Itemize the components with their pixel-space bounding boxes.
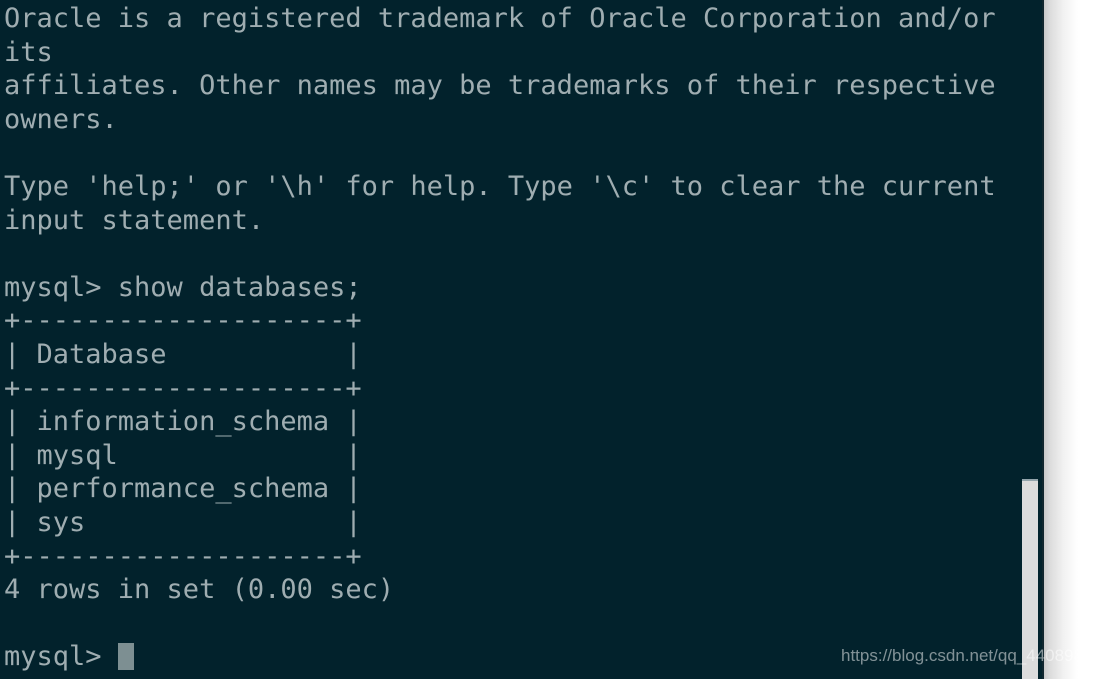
vertical-scrollbar-track[interactable] [1022,0,1040,679]
terminal-output[interactable]: Oracle is a registered trademark of Orac… [4,2,996,674]
output-blank-line [4,136,996,170]
output-line: owners. [4,103,118,135]
output-line: Oracle is a registered trademark of Orac… [4,3,996,34]
output-line: input statement. [4,204,265,236]
table-row: | performance_schema | [4,473,362,505]
table-row: | sys | [4,506,362,538]
output-line: affiliates. Other names may be trademark… [4,70,996,102]
terminal-window[interactable]: Oracle is a registered trademark of Orac… [0,0,1044,679]
table-header-row: | Database | [4,338,362,370]
output-line: its [4,36,53,68]
output-blank-line [4,607,996,641]
output-line: Type 'help;' or '\h' for help. Type '\c'… [4,170,996,202]
shell-prompt-line[interactable]: mysql> [4,640,996,674]
table-border-bottom: +--------------------+ [4,540,362,572]
row-count-status: 4 rows in set (0.00 sec) [4,574,395,606]
output-blank-line [4,237,996,271]
screen: Oracle is a registered trademark of Orac… [0,0,1096,679]
text-cursor [117,643,134,671]
command-line: mysql> show databases; [4,271,362,303]
page-background-gradient [1044,0,1096,679]
table-row: | information_schema | [4,406,362,438]
vertical-scrollbar-thumb[interactable] [1022,479,1038,679]
table-border-header: +--------------------+ [4,372,362,404]
table-border-top: +--------------------+ [4,305,362,337]
table-row: | mysql | [4,439,362,471]
prompt-label: mysql> [4,641,118,673]
